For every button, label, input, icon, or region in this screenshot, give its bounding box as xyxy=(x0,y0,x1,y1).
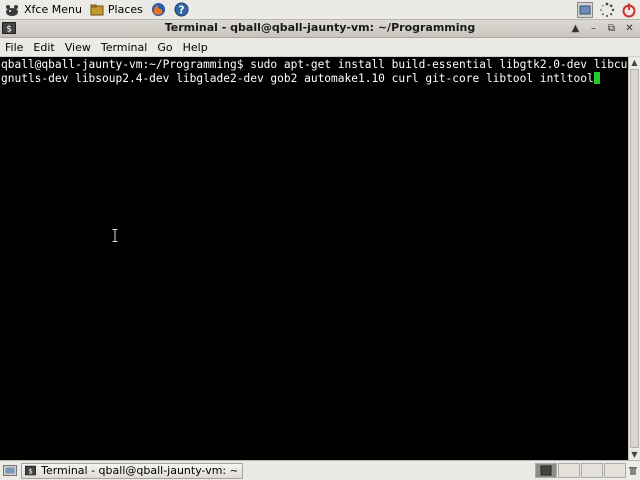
scroll-down-arrow-icon[interactable]: ▼ xyxy=(629,449,640,460)
scrollbar-thumb[interactable] xyxy=(630,69,639,448)
workspace-3[interactable] xyxy=(581,463,603,478)
taskbar-terminal-button[interactable]: $ Terminal - qball@qball-jaunty-vm: ~/Pr… xyxy=(21,462,243,479)
window-title: Terminal - qball@qball-jaunty-vm: ~/Prog… xyxy=(164,21,476,34)
xfce-menu-button[interactable]: Xfce Menu xyxy=(0,1,86,19)
minimize-button[interactable]: – xyxy=(585,21,602,36)
menu-file[interactable]: File xyxy=(0,41,28,54)
menu-view[interactable]: View xyxy=(60,41,96,54)
terminal-line-text: gnutls-dev libsoup2.4-dev libglade2-dev … xyxy=(1,72,594,85)
places-folder-icon xyxy=(90,4,104,15)
places-label: Places xyxy=(107,3,143,16)
close-button[interactable]: ✕ xyxy=(621,21,638,36)
top-panel: Xfce Menu Places ? xyxy=(0,0,640,20)
restore-icon: ⧉ xyxy=(607,23,616,34)
xfce-menu-label: Xfce Menu xyxy=(24,3,82,16)
terminal-cursor xyxy=(593,72,600,84)
workspace-4[interactable] xyxy=(604,463,626,478)
terminal-line: qball@qball-jaunty-vm:~/Programming$ sud… xyxy=(0,58,640,72)
network-busy-icon[interactable] xyxy=(599,2,615,18)
shade-button[interactable]: ▲ xyxy=(567,21,584,36)
help-launcher[interactable]: ? xyxy=(170,1,193,19)
show-desktop-icon[interactable] xyxy=(577,2,593,18)
window-titlebar[interactable]: $ Terminal - qball@qball-jaunty-vm: ~/Pr… xyxy=(0,20,640,38)
terminal-scrollbar[interactable]: ▲ ▼ xyxy=(628,57,640,460)
svg-text:?: ? xyxy=(178,4,184,16)
trash-icon[interactable] xyxy=(628,466,638,476)
text-cursor-ibeam-icon xyxy=(112,229,118,242)
firefox-launcher[interactable] xyxy=(147,1,170,19)
close-icon: ✕ xyxy=(625,23,634,34)
scroll-up-arrow-icon[interactable]: ▲ xyxy=(629,57,640,68)
menu-terminal[interactable]: Terminal xyxy=(96,41,153,54)
maximize-button[interactable]: ⧉ xyxy=(603,21,620,36)
firefox-icon xyxy=(151,2,165,17)
svg-text:$: $ xyxy=(28,466,32,475)
terminal-line-text: qball@qball-jaunty-vm:~/Programming$ sud… xyxy=(1,58,640,71)
workspace-pager xyxy=(534,463,626,478)
terminal-line: gnutls-dev libsoup2.4-dev libglade2-dev … xyxy=(0,72,628,86)
workspace-2[interactable] xyxy=(558,463,580,478)
menu-bar: File Edit View Terminal Go Help xyxy=(0,38,640,57)
places-button[interactable]: Places xyxy=(86,1,147,19)
workspace-1[interactable] xyxy=(535,463,557,478)
terminal-task-icon: $ xyxy=(25,465,37,475)
bottom-panel: $ Terminal - qball@qball-jaunty-vm: ~/Pr… xyxy=(0,460,640,480)
arrow-up-icon: ▲ xyxy=(571,23,580,34)
workspace-terminal-icon xyxy=(540,465,552,476)
xfce-mouse-icon xyxy=(6,4,18,16)
show-desktop-small-icon[interactable] xyxy=(3,464,17,478)
logout-icon[interactable] xyxy=(621,2,637,18)
help-icon: ? xyxy=(174,2,189,17)
menu-go[interactable]: Go xyxy=(152,41,177,54)
menu-help[interactable]: Help xyxy=(178,41,213,54)
menu-edit[interactable]: Edit xyxy=(28,41,59,54)
minimize-icon: – xyxy=(591,23,596,34)
taskbar-terminal-label: Terminal - qball@qball-jaunty-vm: ~/Pro.… xyxy=(41,464,237,477)
terminal-area[interactable]: qball@qball-jaunty-vm:~/Programming$ sud… xyxy=(0,57,640,460)
system-tray xyxy=(574,0,640,20)
window-buttons: ▲ – ⧉ ✕ xyxy=(566,21,638,36)
